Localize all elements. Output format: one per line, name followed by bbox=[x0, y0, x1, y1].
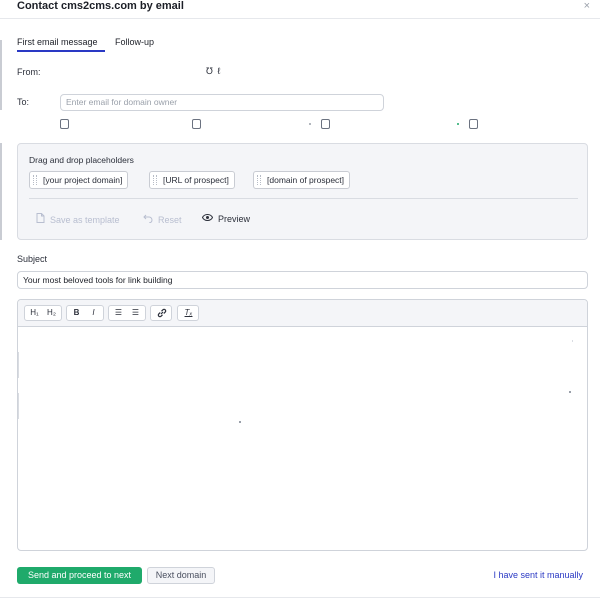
from-value: ℧ ℓ bbox=[206, 66, 222, 76]
link-group bbox=[150, 305, 172, 321]
placeholder-chip-url-of-prospect[interactable]: [URL of prospect] bbox=[149, 171, 235, 189]
editor-body[interactable] bbox=[18, 327, 587, 550]
faint-mark bbox=[569, 391, 571, 393]
heading-group: H₁ H₂ bbox=[24, 305, 62, 321]
send-and-proceed-button[interactable]: Send and proceed to next bbox=[17, 567, 142, 584]
tab-first-email-message[interactable]: First email message bbox=[17, 36, 98, 48]
bottom-divider bbox=[0, 597, 600, 598]
faint-mark bbox=[572, 340, 573, 342]
bold-button[interactable]: B bbox=[68, 306, 85, 320]
save-as-template-button[interactable]: Save as template bbox=[36, 213, 120, 226]
drag-handle-icon bbox=[33, 175, 37, 185]
text-style-group: B I bbox=[66, 305, 104, 321]
preview-label: Preview bbox=[218, 214, 251, 224]
preview-button[interactable]: Preview bbox=[201, 213, 251, 225]
link-icon[interactable] bbox=[152, 306, 171, 320]
recipient-checkbox[interactable] bbox=[469, 119, 478, 129]
editor-toolbar: H₁ H₂ B I ☰ ☰ Tₓ bbox=[18, 300, 587, 327]
drag-handle-icon bbox=[153, 175, 157, 185]
document-icon bbox=[36, 213, 45, 226]
clear-format-group: Tₓ bbox=[177, 305, 199, 321]
placeholder-chip-project-domain[interactable]: [your project domain] bbox=[29, 171, 129, 189]
faint-mark bbox=[309, 123, 311, 125]
placeholders-title: Drag and drop placeholders bbox=[29, 155, 134, 165]
heading-2-button[interactable]: H₂ bbox=[43, 306, 60, 320]
faint-mark bbox=[457, 123, 459, 125]
reset-button[interactable]: Reset bbox=[143, 213, 182, 226]
next-domain-button[interactable]: Next domain bbox=[147, 567, 215, 584]
from-label: From: bbox=[17, 67, 41, 77]
subject-label: Subject bbox=[17, 254, 48, 264]
active-tab-indicator bbox=[17, 50, 105, 52]
drag-handle-icon bbox=[257, 175, 261, 185]
ordered-list-icon[interactable]: ☰ bbox=[110, 306, 127, 320]
eye-icon bbox=[201, 213, 214, 225]
to-label: To: bbox=[17, 97, 30, 107]
text-cursor bbox=[18, 393, 19, 419]
close-icon[interactable]: × bbox=[584, 0, 590, 13]
placeholders-panel: Drag and drop placeholders [your project… bbox=[17, 143, 588, 240]
to-email-input[interactable]: Enter email for domain owner bbox=[60, 94, 384, 111]
save-as-template-label: Save as template bbox=[50, 215, 120, 225]
subject-input[interactable]: Your most beloved tools for link buildin… bbox=[17, 271, 588, 289]
reset-label: Reset bbox=[158, 215, 182, 225]
tab-follow-up[interactable]: Follow-up bbox=[115, 36, 154, 48]
dialog-header: Contact cms2cms.com by email × bbox=[0, 0, 600, 19]
list-group: ☰ ☰ bbox=[108, 305, 146, 321]
italic-button[interactable]: I bbox=[85, 306, 102, 320]
recipient-checkbox[interactable] bbox=[192, 119, 201, 129]
dialog-title: Contact cms2cms.com by email bbox=[17, 0, 184, 12]
text-cursor bbox=[18, 352, 19, 378]
clear-format-icon[interactable]: Tₓ bbox=[179, 306, 198, 320]
faint-mark bbox=[239, 421, 241, 423]
heading-1-button[interactable]: H₁ bbox=[26, 306, 43, 320]
undo-icon bbox=[143, 213, 153, 226]
placeholder-chip-domain-of-prospect[interactable]: [domain of prospect] bbox=[253, 171, 351, 189]
email-body-editor: H₁ H₂ B I ☰ ☰ Tₓ bbox=[17, 299, 588, 551]
placeholder-chip-label: [domain of prospect] bbox=[267, 175, 345, 185]
bullet-list-icon[interactable]: ☰ bbox=[127, 306, 144, 320]
sent-manually-link[interactable]: I have sent it manually bbox=[493, 570, 583, 580]
panel-divider bbox=[29, 198, 578, 199]
recipient-checkbox[interactable] bbox=[60, 119, 69, 129]
placeholder-chip-label: [URL of prospect] bbox=[163, 175, 229, 185]
recipient-checkbox[interactable] bbox=[321, 119, 330, 129]
background-page-strip bbox=[0, 0, 3, 600]
placeholder-chip-label: [your project domain] bbox=[43, 175, 123, 185]
